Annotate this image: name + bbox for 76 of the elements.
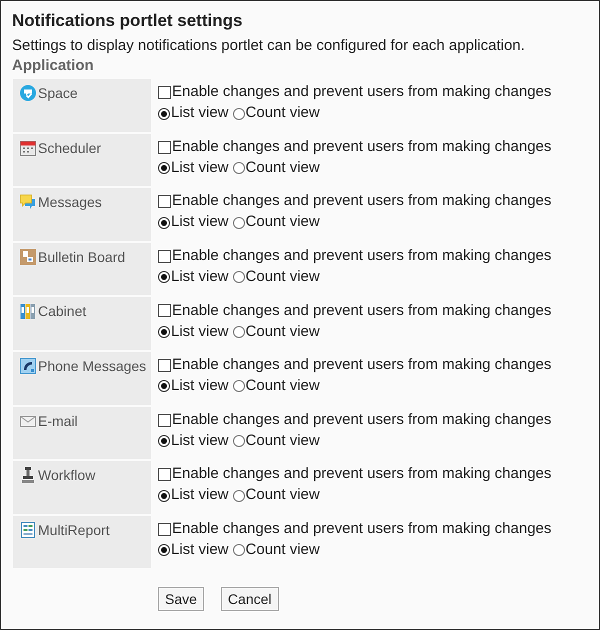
checkbox[interactable]: [158, 468, 171, 482]
app-name: MultiReport: [38, 522, 110, 538]
radio-button[interactable]: [232, 435, 245, 448]
checkbox[interactable]: [158, 304, 171, 318]
phone-icon: [20, 358, 36, 374]
option-label: Enable changes and prevent users from making changes: [172, 519, 552, 539]
radio-label: Count view: [246, 540, 320, 560]
speech-bubbles-icon: [20, 194, 36, 210]
radio-button[interactable]: [232, 271, 245, 284]
save-button[interactable]: Save: [158, 587, 204, 612]
app-name: Messages: [38, 194, 102, 210]
option-label: Enable changes and prevent users from making changes: [172, 355, 552, 376]
checkbox[interactable]: [158, 195, 171, 208]
radio-button[interactable]: [232, 490, 245, 502]
app-name: Space: [38, 85, 78, 101]
app-name: E-mail: [38, 412, 78, 429]
app-name: Bulletin Board: [38, 248, 126, 265]
section-label: Application: [12, 56, 94, 76]
page-title: Notifications portlet settings: [12, 10, 242, 32]
binders-icon: [20, 303, 36, 320]
checkbox[interactable]: [158, 414, 171, 427]
option-label: Enable changes and prevent users from making changes: [172, 300, 552, 321]
radio-label: Count view: [246, 322, 320, 342]
app-name: Cabinet: [38, 303, 86, 320]
radio-button[interactable]: [158, 162, 170, 174]
radio-label: List view: [171, 322, 229, 342]
radio-label: List view: [171, 485, 229, 506]
radio-label: List view: [171, 267, 229, 288]
description-text: Settings to display notifications portlet can be configured for each application.: [12, 36, 525, 56]
corkboard-icon: [20, 248, 36, 265]
option-label: Enable changes and prevent users from making changes: [172, 246, 552, 266]
radio-button[interactable]: [158, 216, 170, 229]
radio-button[interactable]: [232, 380, 245, 392]
radio-label: List view: [171, 376, 229, 396]
radio-label: Count view: [246, 430, 320, 451]
radio-button[interactable]: [158, 271, 170, 284]
radio-label: Count view: [246, 212, 320, 232]
app-name: Scheduler: [38, 140, 102, 156]
radio-button[interactable]: [232, 216, 245, 229]
option-label: Enable changes and prevent users from making changes: [172, 191, 552, 212]
radio-button[interactable]: [158, 108, 170, 120]
radio-button[interactable]: [158, 435, 170, 448]
stamp-icon: [20, 467, 36, 484]
radio-button[interactable]: [232, 326, 245, 338]
radio-label: List view: [171, 103, 229, 124]
radio-label: List view: [171, 158, 229, 178]
chat-check-icon: [20, 85, 36, 101]
radio-button[interactable]: [232, 544, 245, 556]
option-label: Enable changes and prevent users from making changes: [172, 82, 552, 102]
radio-label: Count view: [246, 103, 320, 124]
radio-button[interactable]: [232, 162, 245, 174]
option-label: Enable changes and prevent users from making changes: [172, 136, 552, 157]
radio-button[interactable]: [158, 490, 170, 502]
calendar-icon: [20, 140, 36, 156]
radio-label: Count view: [246, 485, 320, 506]
option-label: Enable changes and prevent users from making changes: [172, 464, 552, 484]
checkbox[interactable]: [158, 250, 171, 263]
app-name: Workflow: [38, 467, 96, 484]
radio-label: Count view: [246, 267, 320, 288]
radio-label: List view: [171, 430, 229, 451]
radio-button[interactable]: [158, 326, 170, 338]
checkbox[interactable]: [158, 86, 171, 99]
cancel-button[interactable]: Cancel: [220, 587, 279, 612]
radio-button[interactable]: [158, 544, 170, 556]
option-label: Enable changes and prevent users from making changes: [172, 410, 552, 430]
checkbox[interactable]: [158, 522, 171, 536]
radio-button[interactable]: [232, 108, 245, 120]
radio-button[interactable]: [158, 380, 170, 392]
checkbox[interactable]: [158, 358, 171, 372]
radio-label: Count view: [246, 376, 320, 396]
app-name: Phone Messages: [38, 358, 146, 374]
radio-label: Count view: [246, 158, 320, 178]
radio-label: List view: [171, 212, 229, 232]
report-document-icon: [20, 522, 36, 538]
checkbox[interactable]: [158, 140, 171, 154]
radio-label: List view: [171, 540, 229, 560]
